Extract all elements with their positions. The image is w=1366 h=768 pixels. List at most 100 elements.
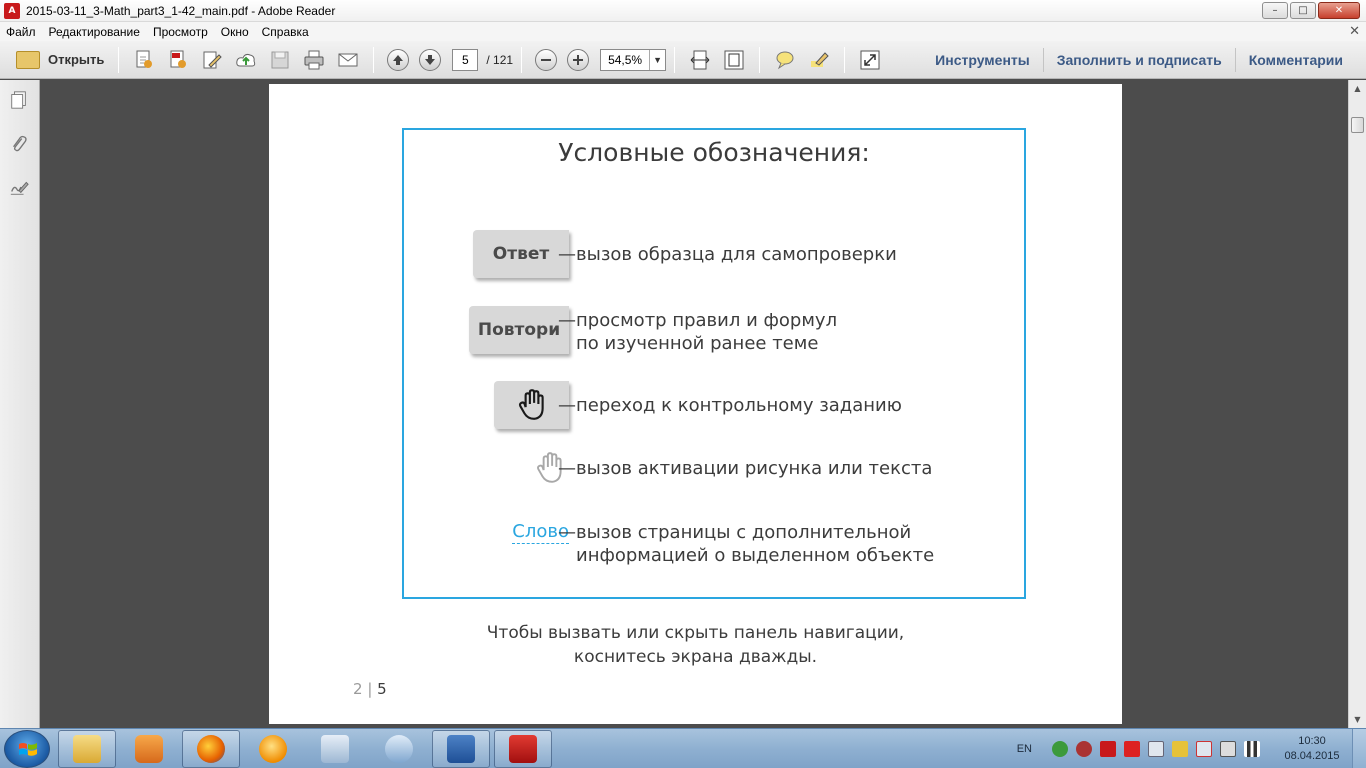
pane-links: Инструменты Заполнить и подписать Коммен… <box>922 41 1356 79</box>
toolbar-separator <box>373 46 375 73</box>
hint-line: Чтобы вызвать или скрыть панель навигаци… <box>486 623 905 643</box>
page-total: / 121 <box>486 52 514 67</box>
export-pdf-icon[interactable] <box>166 48 190 72</box>
attachments-paperclip-icon[interactable] <box>8 133 30 155</box>
answer-button[interactable]: Ответ <box>473 230 569 278</box>
fit-page-icon[interactable] <box>722 48 746 72</box>
taskbar-settings-app[interactable] <box>370 730 428 768</box>
toolbar-separator <box>844 46 846 73</box>
navigation-panel <box>0 80 40 728</box>
signal-bars-icon[interactable] <box>1244 741 1260 757</box>
firefox-icon <box>197 735 225 763</box>
legend-desc: — переход к контрольному заданию <box>558 394 902 417</box>
menu-file[interactable]: Файл <box>6 25 36 39</box>
toolbar-separator <box>759 46 761 73</box>
windows-logo-icon <box>19 743 37 756</box>
navigation-hint: Чтобы вызвать или скрыть панель навигаци… <box>269 621 1122 669</box>
desc-line: просмотр правил и формул <box>576 310 838 331</box>
comments-pane-link[interactable]: Комментарии <box>1236 52 1356 68</box>
media-player-icon <box>135 735 163 763</box>
minus-icon <box>541 58 552 61</box>
zoom-out-button[interactable] <box>535 48 558 71</box>
open-button[interactable]: Открыть <box>10 46 110 74</box>
signatures-icon[interactable] <box>8 176 30 198</box>
acrobat-tray-icon[interactable] <box>1124 741 1140 757</box>
taskbar-adobe-reader[interactable] <box>494 730 552 768</box>
taskbar-volume-app[interactable] <box>306 730 364 768</box>
taskbar-media-player[interactable] <box>120 730 178 768</box>
taskbar-app-orange[interactable] <box>244 730 302 768</box>
legend-desc: — вызов образца для самопроверки <box>558 243 897 266</box>
document-viewport[interactable]: Условные обозначения: Ответ — вызов обра… <box>41 80 1348 728</box>
previous-page-button[interactable] <box>387 48 410 71</box>
close-button[interactable]: ✕ <box>1318 2 1360 19</box>
comment-bubble-icon[interactable] <box>773 48 797 72</box>
menu-view[interactable]: Просмотр <box>153 25 208 39</box>
print-icon[interactable] <box>302 48 326 72</box>
menu-bar: Файл Редактирование Просмотр Окно Справк… <box>0 22 1366 41</box>
language-indicator[interactable]: EN <box>1017 743 1032 755</box>
window-controls: – □ ✕ <box>1262 2 1360 19</box>
zoom-in-button[interactable] <box>567 48 590 71</box>
tools-pane-link[interactable]: Инструменты <box>922 52 1043 68</box>
toolbar-separator <box>118 46 120 73</box>
volume-icon[interactable] <box>1148 741 1164 757</box>
show-desktop-button[interactable] <box>1352 729 1366 768</box>
page-thumbnails-icon[interactable] <box>8 89 30 111</box>
toolbar: Открыть 5 / 121 54,5% ▼ Инструменты Запо… <box>0 41 1366 79</box>
menu-window[interactable]: Окно <box>221 25 249 39</box>
folder-icon <box>16 50 40 69</box>
action-center-icon[interactable] <box>1196 741 1212 757</box>
taskbar-firefox[interactable] <box>182 730 240 768</box>
scroll-thumb[interactable] <box>1351 117 1364 133</box>
antivirus-icon[interactable] <box>1076 741 1092 757</box>
desc-line: по изученной ранее теме <box>576 333 819 354</box>
maximize-button[interactable]: □ <box>1290 2 1316 19</box>
next-page-button[interactable] <box>419 48 442 71</box>
fill-sign-pane-link[interactable]: Заполнить и подписать <box>1044 52 1235 68</box>
save-icon[interactable] <box>268 48 292 72</box>
legend-desc: — вызов активации рисунка или текста <box>558 457 932 480</box>
page-num-section: 2 <box>353 680 363 698</box>
menu-edit[interactable]: Редактирование <box>49 25 140 39</box>
arrow-up-icon <box>393 54 404 65</box>
create-pdf-icon[interactable] <box>132 48 156 72</box>
page-number-input[interactable]: 5 <box>452 48 479 71</box>
minimize-button[interactable]: – <box>1262 2 1288 19</box>
upload-cloud-icon[interactable] <box>234 48 258 72</box>
orange-ball-icon <box>259 735 287 763</box>
warning-flag-icon[interactable] <box>1172 741 1188 757</box>
start-button[interactable] <box>4 730 50 768</box>
arrow-down-icon <box>425 54 436 65</box>
adobe-reader-icon <box>509 735 537 763</box>
vertical-scrollbar[interactable]: ▲ ▼ <box>1348 80 1366 728</box>
repeat-button[interactable]: Повтори <box>469 306 569 354</box>
adobe-update-icon[interactable] <box>1100 741 1116 757</box>
usb-device-icon[interactable] <box>1220 741 1236 757</box>
plus-icon <box>573 54 584 65</box>
taskbar-word[interactable] <box>432 730 490 768</box>
hint-line: коснитесь экрана дважды. <box>573 647 818 667</box>
adobe-reader-icon: A <box>4 2 20 19</box>
word-icon <box>447 735 475 763</box>
edit-document-icon[interactable] <box>200 48 224 72</box>
fullscreen-icon[interactable] <box>858 48 882 72</box>
scroll-up-icon[interactable]: ▲ <box>1349 80 1366 97</box>
clock-time: 10:30 <box>1298 735 1326 747</box>
fit-width-icon[interactable] <box>688 48 712 72</box>
dash: — <box>558 244 576 265</box>
highlight-pen-icon[interactable] <box>807 48 831 72</box>
network-status-icon[interactable] <box>1052 741 1068 757</box>
clock[interactable]: 10:30 08.04.2015 <box>1272 734 1352 764</box>
email-icon[interactable] <box>336 48 360 72</box>
zoom-select[interactable]: 54,5% ▼ <box>600 48 667 71</box>
clock-date: 08.04.2015 <box>1284 750 1340 762</box>
dash: — <box>558 458 576 479</box>
taskbar-explorer[interactable] <box>58 730 116 768</box>
scroll-down-icon[interactable]: ▼ <box>1349 711 1366 728</box>
menu-help[interactable]: Справка <box>262 25 309 39</box>
window-title: 2015-03-11_3-Math_part3_1-42_main.pdf - … <box>26 3 336 18</box>
chevron-down-icon[interactable]: ▼ <box>649 49 665 70</box>
desc-line: переход к контрольному заданию <box>576 395 902 416</box>
document-close-icon[interactable]: ✕ <box>1349 23 1360 39</box>
